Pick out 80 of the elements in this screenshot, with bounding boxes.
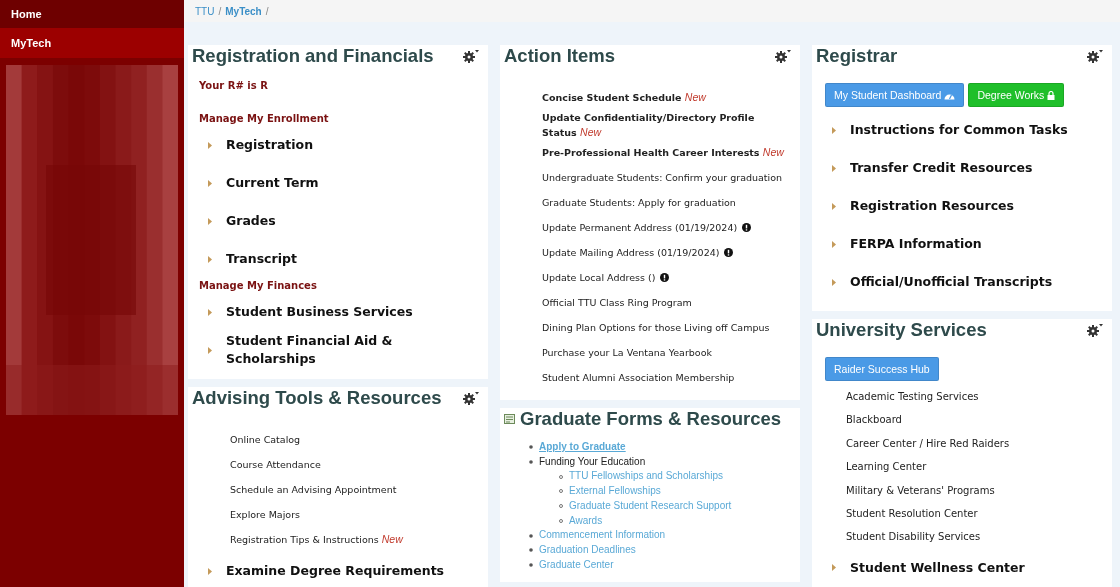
caret-icon [208, 141, 212, 149]
service-link[interactable]: Military & Veterans' Programs [816, 478, 1104, 503]
breadcrumb-separator: / [265, 5, 269, 17]
menu-link[interactable]: Registration Resources [850, 197, 1014, 215]
item-link[interactable]: Student Alumni Association Membership [542, 370, 735, 385]
menu-link[interactable]: Transcript [226, 250, 297, 268]
service-link[interactable]: Career Center / Hire Red Raiders [816, 431, 1104, 456]
item-link[interactable]: Purchase your La Ventana Yearbook [542, 345, 712, 360]
caret-icon [832, 278, 836, 286]
item-link[interactable]: Update Mailing Address (01/19/2024) [542, 245, 720, 260]
item-link[interactable]: Online Catalog [230, 432, 301, 447]
list-text: Funding Your Education [539, 454, 646, 469]
sidebar-item[interactable]: Home [0, 0, 184, 28]
caret-icon [832, 126, 836, 134]
caret-icon [832, 240, 836, 248]
caret-icon [832, 202, 836, 210]
item-link[interactable]: Official TTU Class Ring Program [542, 295, 692, 310]
bullet-icon [559, 504, 563, 509]
sidebar-item[interactable]: MyTech [0, 28, 184, 58]
item-link[interactable]: Registration Tips & Instructions New [230, 532, 403, 547]
caret-icon [208, 179, 212, 187]
panel-title: Graduate Forms & Resources [520, 408, 782, 430]
item-link[interactable]: Pre-Professional Health Career Interests New [542, 145, 784, 160]
menu-link[interactable]: Registration [226, 136, 314, 154]
section-heading: Manage My Enrollment [199, 113, 330, 124]
menu-link[interactable]: Current Term [226, 174, 319, 192]
item-link[interactable]: Update Confidentiality/Directory Profile Status New [542, 110, 792, 140]
caret-icon [208, 217, 212, 225]
menu-link[interactable]: Student Financial Aid & Scholarships [226, 332, 476, 368]
settings-icon[interactable] [1086, 49, 1104, 63]
service-link[interactable]: Blackboard [816, 408, 1104, 432]
item-link[interactable]: Update Local Address () [542, 270, 656, 285]
caret-icon [208, 567, 212, 575]
caret-icon [208, 308, 212, 316]
settings-icon[interactable] [1086, 323, 1104, 337]
menu-link[interactable]: Official/Unofficial Transcripts [850, 273, 1053, 291]
item-link[interactable]: Schedule an Advising Appointment [230, 482, 397, 497]
menu-link[interactable]: Instructions for Common Tasks [850, 121, 1068, 139]
panel-title: Registration and Financials [192, 45, 434, 67]
menu-link[interactable]: Transfer Credit Resources [850, 159, 1033, 177]
bullet-icon [559, 518, 563, 523]
bullet-icon [529, 533, 533, 538]
breadcrumb-separator: / [218, 5, 222, 17]
form-icon [504, 413, 516, 425]
menu-link[interactable]: Examine Degree Requirements [226, 562, 445, 580]
caret-icon [832, 564, 836, 572]
panel-title: Action Items [504, 45, 616, 67]
panel-title: Registrar [816, 45, 898, 67]
settings-icon[interactable] [462, 391, 480, 405]
menu-link[interactable]: Grades [226, 212, 276, 230]
service-link[interactable]: Academic Testing Services [816, 385, 1104, 409]
menu-link[interactable]: Student Business Services [226, 303, 413, 321]
item-link[interactable]: Update Permanent Address (01/19/2024) [542, 220, 738, 235]
caret-icon [208, 346, 212, 354]
service-link[interactable]: Learning Center [816, 455, 1104, 479]
service-link[interactable]: Student Disability Services [816, 525, 1104, 549]
service-link[interactable]: Student Resolution Center [816, 502, 1104, 526]
bullet-icon [529, 562, 533, 567]
item-link[interactable]: Graduate Students: Apply for graduation [542, 195, 736, 210]
r-number-text: Your R# is R [199, 80, 269, 91]
panel-title: Advising Tools & Resources [192, 387, 442, 409]
bullet-icon [529, 548, 533, 553]
caret-icon [832, 164, 836, 172]
bullet-icon [559, 474, 563, 479]
bullet-icon [529, 445, 533, 450]
section-heading: Manage My Finances [199, 280, 318, 291]
caret-icon [208, 255, 212, 263]
item-link[interactable]: Undergraduate Students: Confirm your graduation [542, 170, 783, 185]
item-link[interactable]: Course Attendance [230, 457, 321, 472]
item-link[interactable]: Dining Plan Options for those Living off Campus [542, 320, 770, 335]
lock-icon [1047, 90, 1056, 100]
menu-link[interactable]: Student Wellness Center [850, 558, 1025, 577]
bullet-icon [559, 489, 563, 494]
item-link[interactable]: Explore Majors [230, 507, 300, 522]
menu-link[interactable]: FERPA Information [850, 235, 982, 253]
bullet-icon [529, 460, 533, 465]
settings-icon[interactable] [462, 49, 480, 63]
settings-icon[interactable] [774, 49, 792, 63]
panel-title: University Services [816, 319, 987, 341]
item-link[interactable]: Concise Student Schedule New [542, 90, 706, 105]
